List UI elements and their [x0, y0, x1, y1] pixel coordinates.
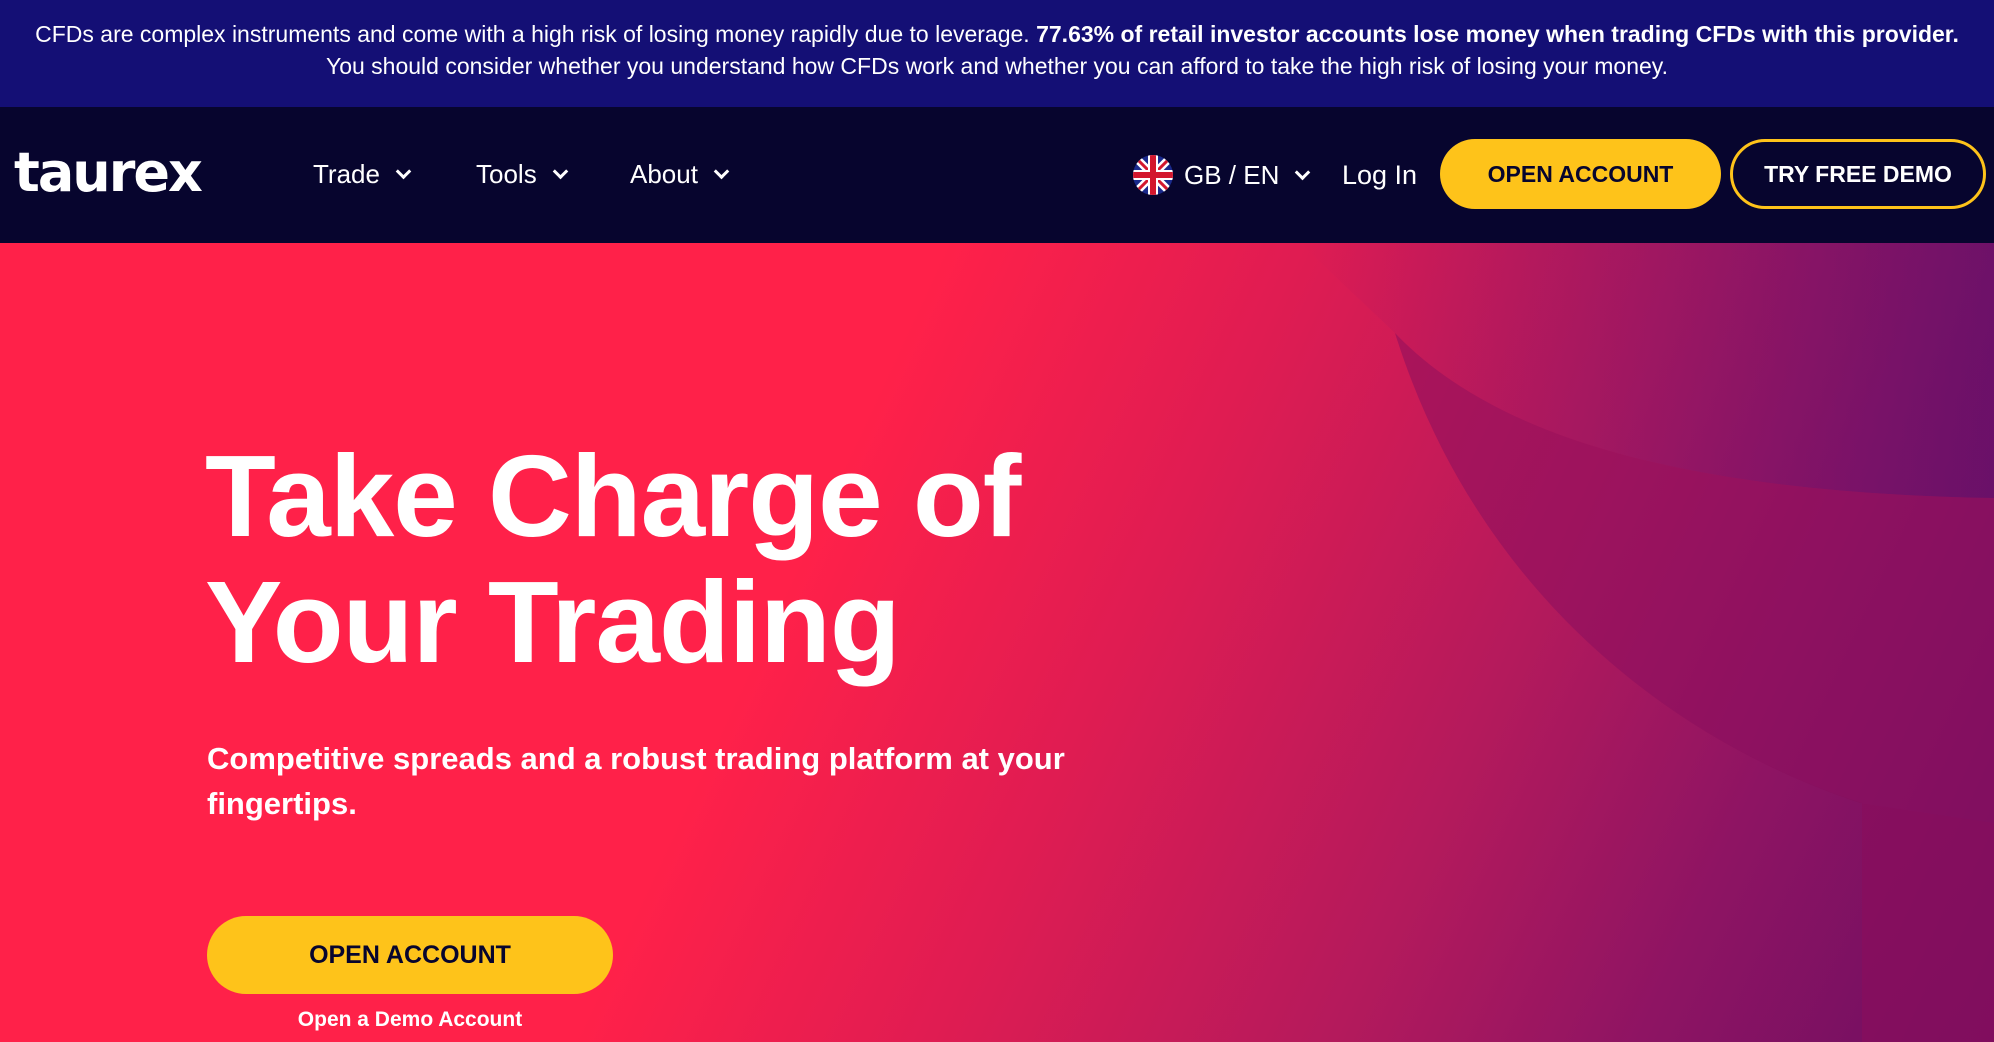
hero-section: Take Charge of Your Trading Competitive … — [0, 243, 1994, 1042]
nav-trade-menu[interactable]: Trade — [313, 156, 412, 192]
chevron-down-icon — [552, 163, 568, 179]
chevron-down-icon — [713, 163, 730, 179]
login-link[interactable]: Log In — [1342, 157, 1417, 193]
hero-headline-line-1: Take Charge of — [205, 431, 1021, 561]
nav-trade-label: Trade — [313, 158, 380, 189]
hero-headline-line-2: Your Trading — [205, 557, 901, 687]
hero-headline: Take Charge of Your Trading — [205, 433, 1105, 685]
hero-open-account-button[interactable]: OPEN ACCOUNT — [207, 916, 613, 994]
risk-warning-text-end: You should consider whether you understa… — [325, 53, 1668, 79]
main-navigation: taurex Trade Tools About GB / EN Log In … — [0, 107, 1994, 243]
open-demo-account-link[interactable]: Open a Demo Account — [207, 1006, 613, 1034]
nav-tools-label: Tools — [476, 158, 537, 189]
chevron-down-icon — [1295, 164, 1311, 180]
language-label: GB / EN — [1184, 159, 1280, 190]
open-account-button[interactable]: OPEN ACCOUNT — [1440, 139, 1721, 209]
chevron-down-icon — [395, 163, 412, 179]
taurex-logo[interactable]: taurex — [14, 143, 203, 203]
risk-warning-text: CFDs are complex instruments and come wi… — [35, 21, 1037, 47]
nav-about-label: About — [630, 158, 698, 189]
nav-about-menu[interactable]: About — [630, 156, 730, 192]
nav-tools-menu[interactable]: Tools — [476, 156, 568, 192]
try-free-demo-button[interactable]: TRY FREE DEMO — [1730, 139, 1986, 209]
language-selector[interactable]: GB / EN — [1133, 155, 1311, 195]
risk-warning-statistic: 77.63% of retail investor accounts lose … — [1036, 21, 1959, 47]
risk-warning-banner: CFDs are complex instruments and come wi… — [0, 0, 1994, 107]
uk-flag-icon — [1133, 155, 1173, 195]
hero-subtitle: Competitive spreads and a robust trading… — [207, 741, 1065, 821]
